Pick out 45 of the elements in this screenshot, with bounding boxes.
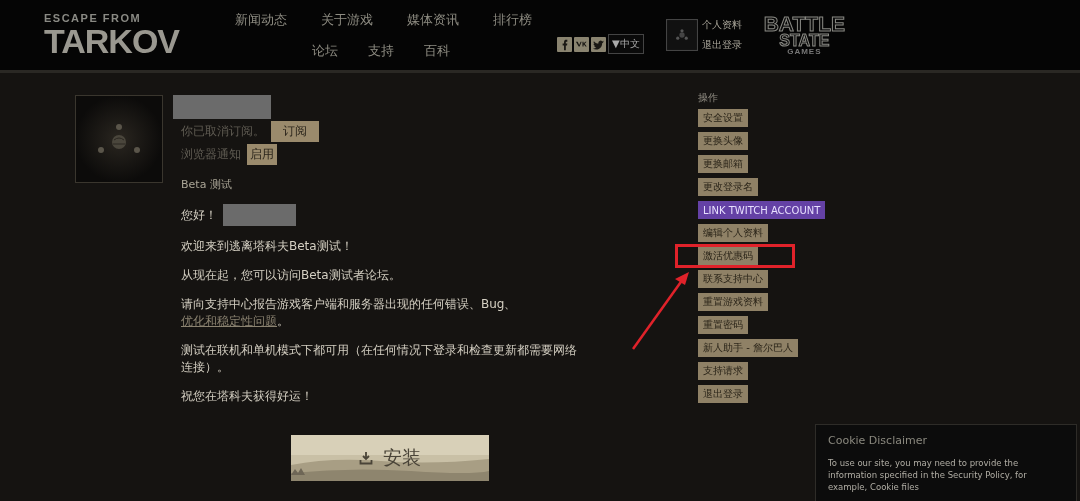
studio-logo[interactable]: BATTLE STATE GAMES <box>763 14 845 56</box>
action-button[interactable]: 安全设置 <box>698 109 748 127</box>
paragraph: 测试在联机和单机模式下都可用（在任何情况下登录和检查更新都需要网络连接）。 <box>181 342 578 376</box>
facebook-icon[interactable] <box>557 36 572 52</box>
nav-link[interactable]: 新闻动态 <box>235 10 287 29</box>
greeting-text: 您好！ <box>181 206 217 224</box>
action-button[interactable]: 新人助手 - 詹尔巴人 <box>698 339 798 357</box>
paragraph: 请向支持中心报告游戏客户端和服务器出现的任何错误、Bug、 优化和稳定性问题。 <box>181 296 518 330</box>
action-button[interactable]: 编辑个人资料 <box>698 224 768 242</box>
cookie-title: Cookie Disclaimer <box>828 434 928 447</box>
action-button[interactable]: 退出登录 <box>698 385 748 403</box>
cookie-text: To use our site, you may need to provide the information specified in the Security Policy, for example, Cookie files <box>828 457 1028 493</box>
account-link[interactable]: 个人资料 <box>701 18 742 32</box>
nav-link[interactable]: 关于游戏 <box>321 10 373 29</box>
action-button[interactable]: 更换头像 <box>698 132 748 150</box>
nav-link[interactable]: 排行榜 <box>493 10 532 29</box>
nav-link[interactable]: 支持 <box>368 41 394 60</box>
account-link[interactable]: 退出登录 <box>701 38 742 52</box>
paragraph: 从现在起，您可以访问Beta测试者论坛。 <box>181 267 402 284</box>
subscribe-button[interactable]: 订阅 <box>271 121 319 142</box>
vk-icon[interactable] <box>574 36 589 52</box>
enable-button[interactable]: 启用 <box>247 144 277 165</box>
notification-label: 浏览器通知 <box>181 146 241 163</box>
nav-link[interactable]: 论坛 <box>312 41 338 60</box>
paragraph: 祝您在塔科夫获得好运！ <box>181 388 314 405</box>
action-button[interactable]: 更改登录名 <box>698 178 758 196</box>
action-button[interactable]: 支持请求 <box>698 362 748 380</box>
subscription-status: 你已取消订阅。 <box>181 123 265 140</box>
game-logo[interactable]: ESCAPE FROM TARKOV <box>44 12 199 58</box>
twitch-button[interactable]: LINK TWITCH ACCOUNT <box>698 201 826 219</box>
actions-heading: 操作 <box>698 91 718 105</box>
nav-link[interactable]: 百科 <box>424 41 450 60</box>
download-icon <box>359 451 373 465</box>
twitter-icon[interactable] <box>591 36 606 52</box>
action-button[interactable]: 更换邮箱 <box>698 155 748 173</box>
action-button[interactable]: 激活优惠码 <box>698 247 758 265</box>
action-button[interactable]: 重置密码 <box>698 316 748 334</box>
section-title: Beta 测试 <box>181 177 232 192</box>
language-dropdown[interactable]: ▼中文 <box>608 34 644 54</box>
support-link[interactable]: 优化和稳定性问题 <box>181 314 277 328</box>
install-button[interactable]: 安装 <box>291 435 489 481</box>
nav-link[interactable]: 媒体资讯 <box>407 10 459 29</box>
action-button[interactable]: 重置游戏资料 <box>698 293 768 311</box>
action-button[interactable]: 联系支持中心 <box>698 270 768 288</box>
paragraph: 欢迎来到逃离塔科夫Beta测试！ <box>181 238 354 255</box>
